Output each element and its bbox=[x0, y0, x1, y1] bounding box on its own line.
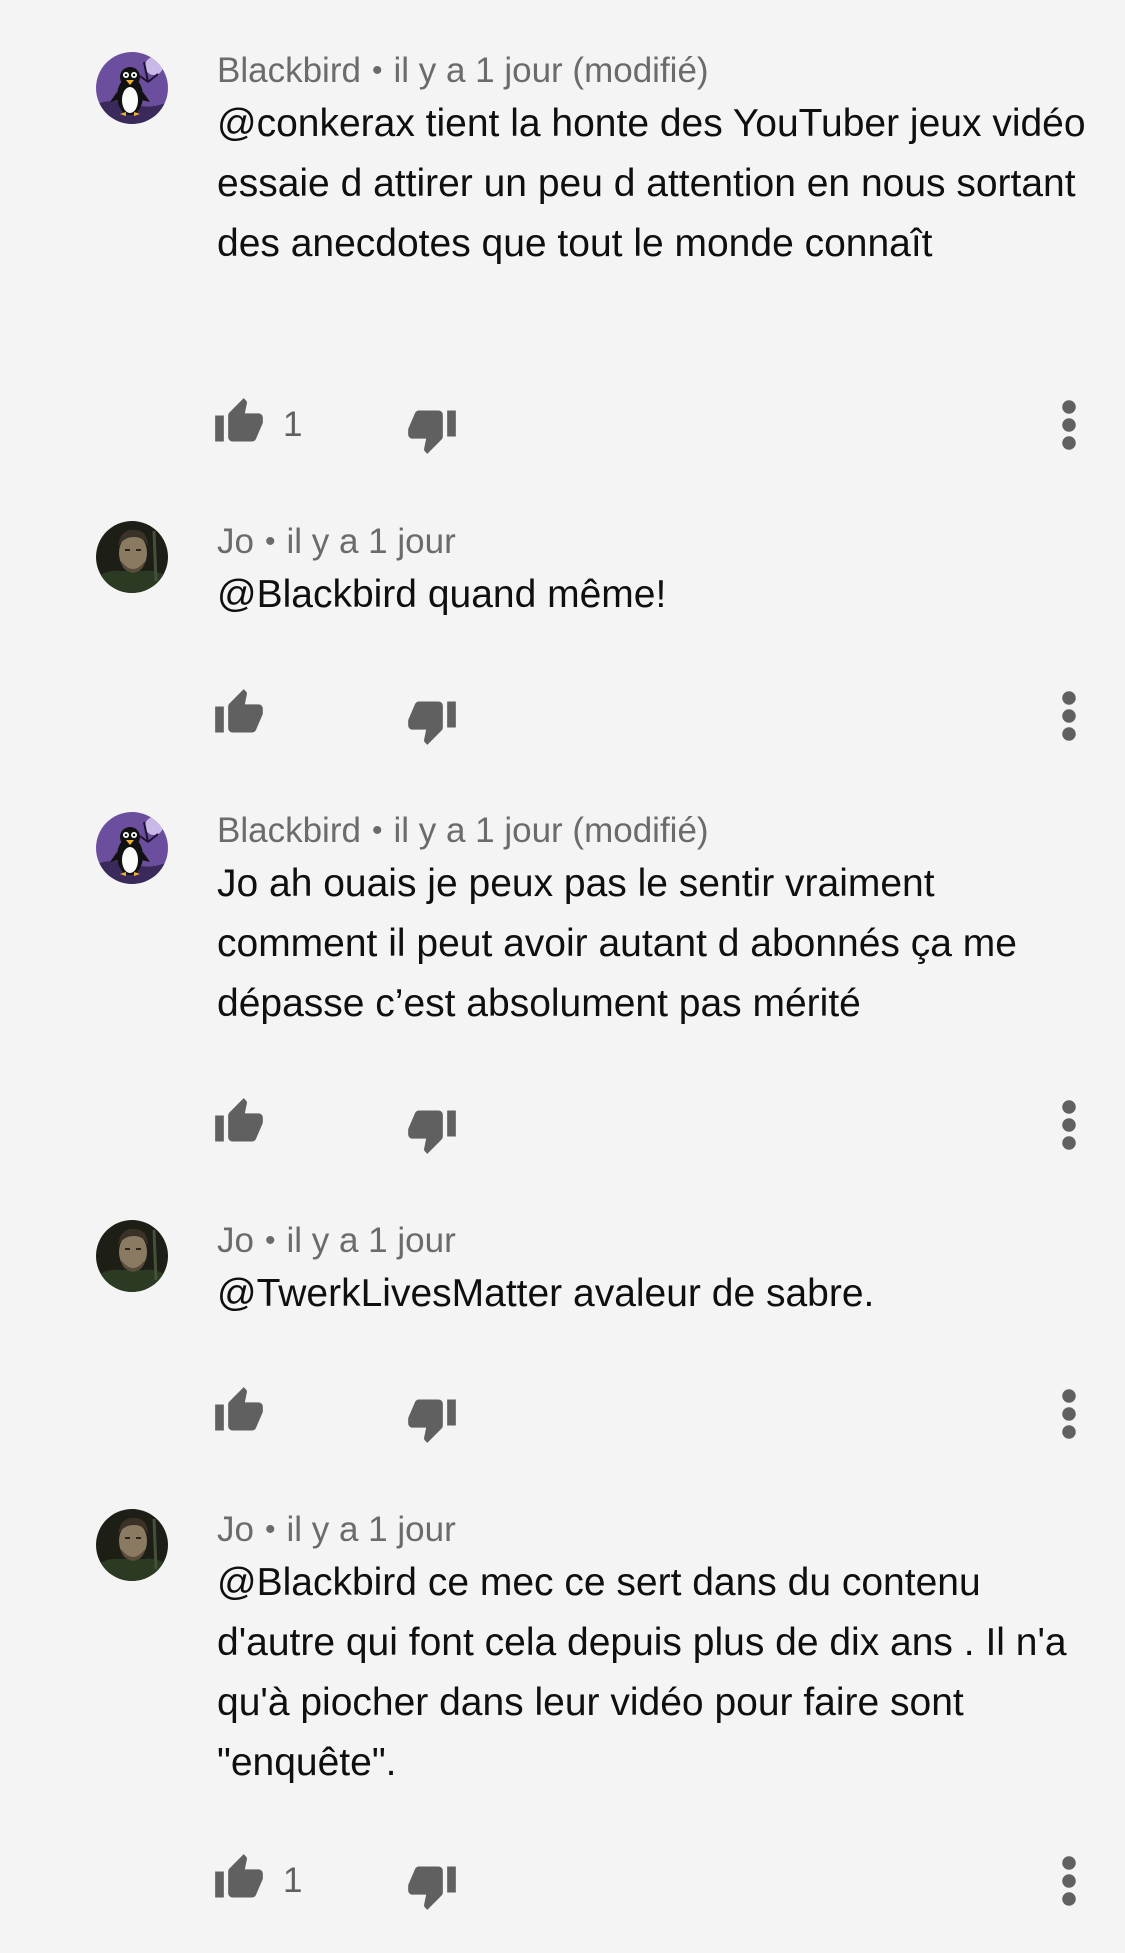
meta-separator: • bbox=[264, 525, 276, 558]
more-vertical-icon[interactable] bbox=[1051, 1387, 1087, 1441]
thumb-down-icon[interactable] bbox=[406, 695, 458, 747]
avatar[interactable] bbox=[96, 1509, 168, 1581]
like-count: 1 bbox=[283, 1861, 303, 1900]
comment-actions bbox=[0, 1385, 1125, 1445]
avatar[interactable] bbox=[96, 812, 168, 884]
comment-actions bbox=[0, 687, 1125, 747]
meta-separator: • bbox=[371, 814, 383, 847]
thumb-down-icon[interactable] bbox=[406, 1104, 458, 1156]
more-vertical-icon[interactable] bbox=[1051, 689, 1087, 743]
comment-author[interactable]: Jo bbox=[217, 522, 254, 561]
comment-text: @Blackbird quand même! bbox=[217, 573, 667, 616]
comment-author[interactable]: Blackbird bbox=[217, 51, 361, 90]
comment-text: @TwerkLivesMatter avaleur de sabre. bbox=[217, 1272, 875, 1315]
penguin-avatar-icon bbox=[96, 812, 168, 884]
comment-author[interactable]: Blackbird bbox=[217, 811, 361, 850]
like-count: 1 bbox=[283, 405, 303, 444]
thumb-down-icon[interactable] bbox=[406, 1860, 458, 1912]
meta-separator: • bbox=[264, 1513, 276, 1546]
comment-meta: Blackbird • il y a 1 jour (modifié) bbox=[217, 808, 709, 854]
comment-text: @conkerax tient la honte des YouTuber je… bbox=[217, 102, 1086, 265]
comment-time: il y a 1 jour (modifié) bbox=[393, 51, 709, 90]
comment-author[interactable]: Jo bbox=[217, 1510, 254, 1549]
man-portrait-avatar-icon bbox=[96, 1509, 168, 1581]
comment-actions: 1 bbox=[0, 396, 1125, 456]
man-portrait-avatar-icon bbox=[96, 521, 168, 593]
thumb-up-icon[interactable] bbox=[213, 687, 265, 739]
comment-meta: Jo • il y a 1 jour bbox=[217, 1507, 456, 1553]
comment-text: Jo ah ouais je peux pas le sentir vraime… bbox=[217, 862, 1017, 1025]
comment-meta: Jo • il y a 1 jour bbox=[217, 519, 456, 565]
comment-author[interactable]: Jo bbox=[217, 1221, 254, 1260]
comment-time: il y a 1 jour bbox=[286, 522, 456, 561]
more-vertical-icon[interactable] bbox=[1051, 1098, 1087, 1152]
comment-meta: Jo • il y a 1 jour bbox=[217, 1218, 456, 1264]
thumb-up-icon[interactable] bbox=[213, 396, 265, 448]
comment-time: il y a 1 jour bbox=[286, 1510, 456, 1549]
more-vertical-icon[interactable] bbox=[1051, 1854, 1087, 1908]
avatar[interactable] bbox=[96, 521, 168, 593]
man-portrait-avatar-icon bbox=[96, 1220, 168, 1292]
thumb-down-icon[interactable] bbox=[406, 404, 458, 456]
thumb-up-icon[interactable] bbox=[213, 1096, 265, 1148]
penguin-avatar-icon bbox=[96, 52, 168, 124]
comment-meta: Blackbird • il y a 1 jour (modifié) bbox=[217, 48, 709, 94]
thumb-down-icon[interactable] bbox=[406, 1393, 458, 1445]
comment-time: il y a 1 jour bbox=[286, 1221, 456, 1260]
thumb-up-icon[interactable] bbox=[213, 1385, 265, 1437]
meta-separator: • bbox=[264, 1224, 276, 1257]
comment-actions: 1 bbox=[0, 1852, 1125, 1912]
more-vertical-icon[interactable] bbox=[1051, 398, 1087, 452]
meta-separator: • bbox=[371, 54, 383, 87]
comment-time: il y a 1 jour (modifié) bbox=[393, 811, 709, 850]
comment-text: @Blackbird ce mec ce sert dans du conten… bbox=[217, 1561, 1067, 1784]
avatar[interactable] bbox=[96, 52, 168, 124]
comment-actions bbox=[0, 1096, 1125, 1156]
thumb-up-icon[interactable] bbox=[213, 1852, 265, 1904]
avatar[interactable] bbox=[96, 1220, 168, 1292]
